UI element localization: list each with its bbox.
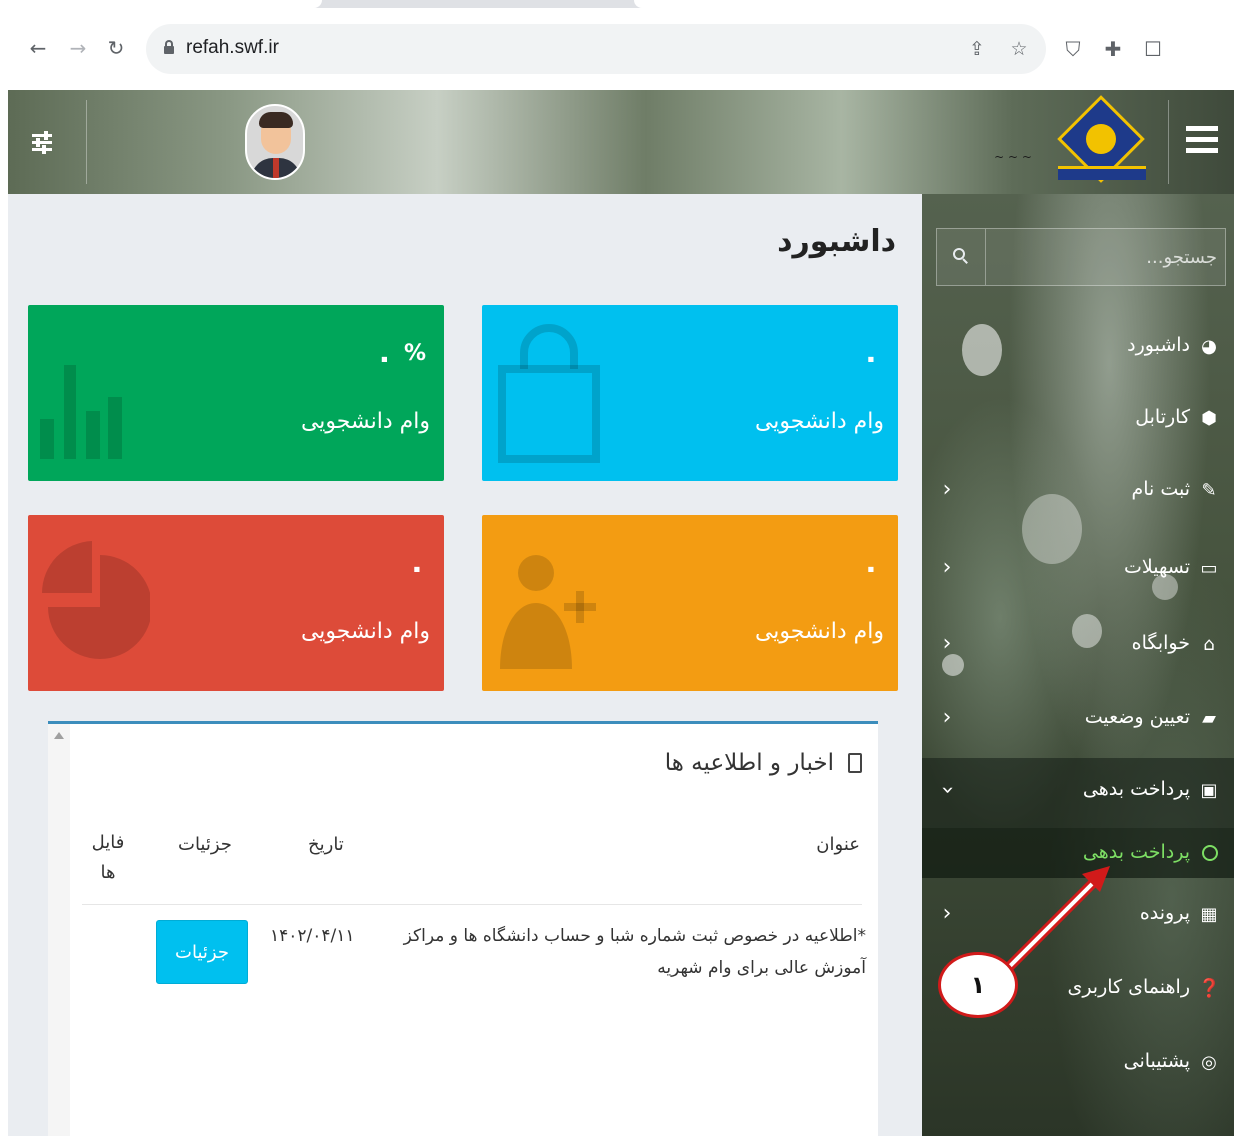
annotation-badge: ۱ <box>938 952 1018 1018</box>
annotation-arrow <box>999 866 1110 977</box>
